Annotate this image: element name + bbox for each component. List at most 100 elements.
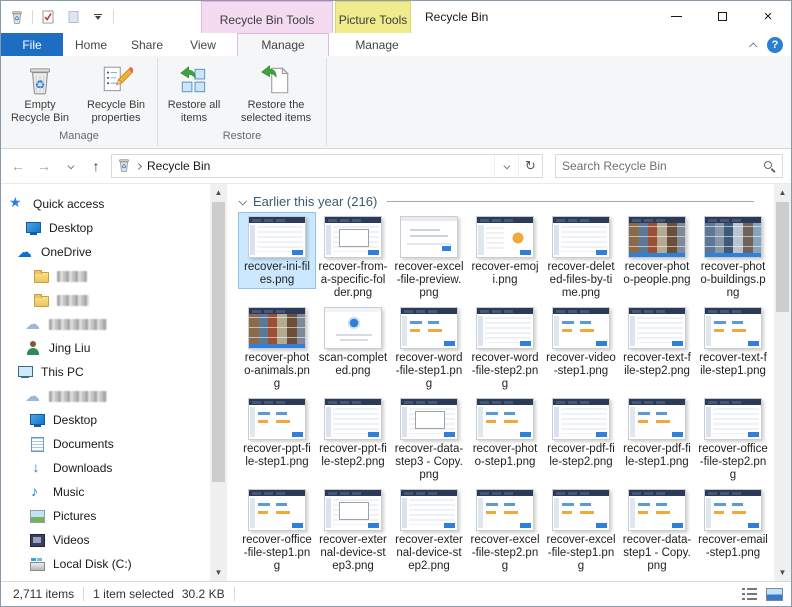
- sidebar-item-onedrive-folder-2[interactable]: [1, 288, 210, 312]
- file-item[interactable]: recover-video-step1.png: [543, 304, 619, 379]
- blank-page-icon[interactable]: [63, 7, 83, 27]
- tab-home[interactable]: Home: [63, 33, 119, 56]
- tab-share[interactable]: Share: [119, 33, 175, 56]
- file-thumbnail: [476, 216, 534, 258]
- minimize-button[interactable]: [653, 1, 699, 31]
- file-item[interactable]: recover-excel-file-preview.png: [391, 213, 467, 301]
- file-thumbnail: [628, 307, 686, 349]
- scroll-down-arrow-icon[interactable]: ▼: [210, 564, 227, 581]
- sidebar-item-cloud-account-1[interactable]: [1, 312, 210, 336]
- file-thumbnail: [324, 307, 382, 349]
- group-header[interactable]: Earlier this year (216): [239, 194, 754, 209]
- tab-view[interactable]: View: [175, 33, 231, 56]
- file-item[interactable]: recover-data-step3 - Copy.png: [391, 395, 467, 483]
- file-item[interactable]: recover-data-step1 - Copy.png: [619, 486, 695, 574]
- recent-locations-dropdown[interactable]: [59, 155, 81, 177]
- sidebar-item-pictures[interactable]: Pictures: [1, 504, 210, 528]
- file-item[interactable]: recover-ini-files.png: [239, 213, 315, 288]
- file-item[interactable]: recover-word-file-step1.png: [391, 304, 467, 392]
- customize-dropdown-icon[interactable]: [88, 7, 108, 27]
- file-name: recover-ppt-file-step2.png: [318, 443, 388, 469]
- file-item[interactable]: recover-photo-animals.png: [239, 304, 315, 392]
- sidebar-item-onedrive-folder-1[interactable]: [1, 264, 210, 288]
- scrollbar-thumb[interactable]: [212, 202, 225, 482]
- file-item[interactable]: recover-ppt-file-step2.png: [315, 395, 391, 470]
- file-item[interactable]: recover-ppt-file-step1.png: [239, 395, 315, 470]
- content-scrollbar[interactable]: ▲ ▼: [774, 184, 791, 581]
- file-item[interactable]: recover-office-file-step2.png: [695, 395, 771, 483]
- tab-manage-picture[interactable]: Manage: [339, 33, 415, 56]
- contextual-tab-picture-tools[interactable]: Picture Tools: [335, 1, 411, 33]
- file-item[interactable]: recover-word-file-step2.png: [467, 304, 543, 392]
- file-item[interactable]: recover-photo-people.png: [619, 213, 695, 288]
- folder-icon: [33, 268, 49, 284]
- file-name: recover-office-file-step2.png: [698, 443, 768, 482]
- sidebar-item-documents[interactable]: Documents: [1, 432, 210, 456]
- collapse-ribbon-button[interactable]: [751, 38, 757, 52]
- details-view-button[interactable]: [741, 587, 758, 601]
- sidebar-item-music[interactable]: Music: [1, 480, 210, 504]
- file-item[interactable]: recover-email-step1.png: [695, 486, 771, 561]
- tab-file[interactable]: File: [1, 33, 63, 56]
- scroll-up-arrow-icon[interactable]: ▲: [774, 184, 791, 201]
- back-button[interactable]: ←: [7, 155, 29, 177]
- sidebar-item-quick-access[interactable]: Quick access: [1, 192, 210, 216]
- file-name: recover-excel-file-step2.png: [470, 534, 540, 573]
- properties-check-icon[interactable]: [38, 7, 58, 27]
- cloud-icon: [25, 316, 41, 332]
- address-dropdown-button[interactable]: [494, 155, 518, 177]
- blurred-label: [57, 271, 87, 282]
- scroll-down-arrow-icon[interactable]: ▼: [774, 564, 791, 581]
- file-item[interactable]: recover-pdf-file-step2.png: [543, 395, 619, 470]
- scroll-up-arrow-icon[interactable]: ▲: [210, 184, 227, 201]
- restore-selected-items-button[interactable]: Restore the selected items: [229, 60, 323, 128]
- file-item[interactable]: scan-completed.png: [315, 304, 391, 379]
- sidebar-item-downloads[interactable]: Downloads: [1, 456, 210, 480]
- address-bar[interactable]: ♻ Recycle Bin ↻: [111, 154, 543, 178]
- empty-recycle-bin-button[interactable]: ♻ Empty Recycle Bin: [4, 60, 76, 128]
- search-box[interactable]: [555, 154, 783, 178]
- file-name: recover-text-file-step2.png: [622, 352, 692, 378]
- thumbnails-view-button[interactable]: [766, 588, 783, 601]
- file-item[interactable]: recover-text-file-step1.png: [695, 304, 771, 379]
- file-item[interactable]: recover-excel-file-step1.png: [543, 486, 619, 574]
- refresh-button[interactable]: ↻: [518, 155, 542, 177]
- sidebar-item-this-pc[interactable]: This PC: [1, 360, 210, 384]
- file-item[interactable]: recover-pdf-file-step1.png: [619, 395, 695, 470]
- scrollbar-thumb[interactable]: [776, 202, 789, 312]
- breadcrumb[interactable]: Recycle Bin: [132, 159, 214, 173]
- search-icon[interactable]: [763, 160, 776, 173]
- sidebar-item-cloud-account-2[interactable]: [1, 384, 210, 408]
- file-item[interactable]: recover-from-a-specific-folder.png: [315, 213, 391, 301]
- file-item[interactable]: recover-external-device-step3.png: [315, 486, 391, 574]
- file-item[interactable]: recover-photo-step1.png: [467, 395, 543, 470]
- tab-manage-recycle-bin[interactable]: Manage: [237, 33, 329, 56]
- close-button[interactable]: ×: [745, 1, 791, 31]
- sidebar-item-desktop[interactable]: Desktop: [1, 408, 210, 432]
- help-button[interactable]: ?: [767, 37, 783, 53]
- file-item[interactable]: recover-external-device-step2.png: [391, 486, 467, 574]
- file-item[interactable]: recover-excel-file-step2.png: [467, 486, 543, 574]
- file-item[interactable]: recover-photo-buildings.png: [695, 213, 771, 301]
- file-item[interactable]: recover-office-file-step1.png: [239, 486, 315, 574]
- sidebar-item-local-disk-c[interactable]: Local Disk (C:): [1, 552, 210, 576]
- file-thumbnail: [552, 398, 610, 440]
- sidebar-item-desktop-pinned[interactable]: Desktop: [1, 216, 210, 240]
- sidebar-item-onedrive[interactable]: OneDrive: [1, 240, 210, 264]
- recycle-bin-icon[interactable]: ♻: [7, 7, 27, 27]
- documents-icon: [29, 436, 45, 452]
- search-input[interactable]: [562, 159, 763, 173]
- sidebar-item-videos[interactable]: Videos: [1, 528, 210, 552]
- sidebar-scrollbar[interactable]: ▲ ▼: [210, 184, 227, 581]
- recycle-bin-properties-button[interactable]: Recycle Bin properties: [78, 60, 154, 128]
- file-item[interactable]: recover-emoji.png: [467, 213, 543, 288]
- sidebar-item-jing-liu[interactable]: Jing Liu: [1, 336, 210, 360]
- contextual-tab-recycle-bin-tools[interactable]: Recycle Bin Tools: [201, 1, 333, 33]
- up-button[interactable]: ↑: [85, 155, 107, 177]
- maximize-button[interactable]: [699, 1, 745, 31]
- sidebar-item-label: Music: [53, 485, 84, 499]
- forward-button[interactable]: →: [33, 155, 55, 177]
- file-item[interactable]: recover-deleted-files-by-time.png: [543, 213, 619, 301]
- file-item[interactable]: recover-text-file-step2.png: [619, 304, 695, 379]
- restore-all-items-button[interactable]: Restore all items: [161, 60, 227, 128]
